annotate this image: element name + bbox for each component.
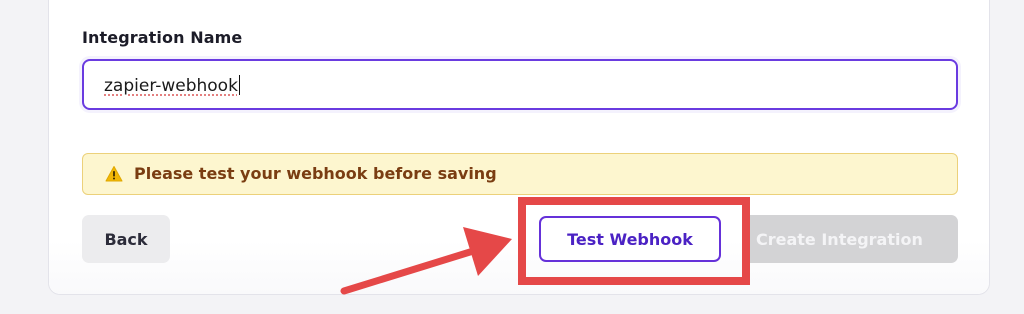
back-button[interactable]: Back xyxy=(82,215,170,263)
text-caret xyxy=(238,75,240,95)
integration-name-input[interactable]: zapier-webhook xyxy=(82,59,958,110)
warning-message: Please test your webhook before saving xyxy=(134,164,497,183)
test-webhook-button[interactable]: Test Webhook xyxy=(539,216,721,262)
integration-name-label: Integration Name xyxy=(82,28,243,47)
warning-banner: Please test your webhook before saving xyxy=(82,153,958,195)
integration-name-value[interactable]: zapier-webhook xyxy=(104,75,240,96)
warning-triangle-icon xyxy=(105,166,123,182)
create-integration-button[interactable]: Create Integration xyxy=(742,215,958,263)
